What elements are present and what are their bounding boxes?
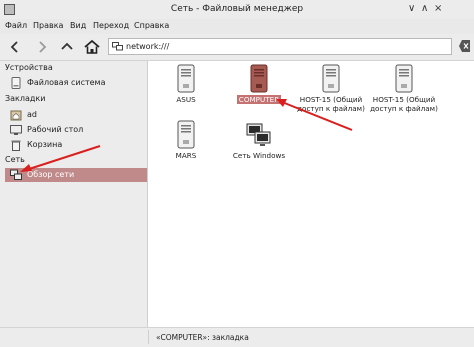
network-item-asus[interactable]: ASUS xyxy=(150,64,222,104)
minimize-button[interactable]: ∨ xyxy=(408,3,415,15)
sidebar: Устройства Файловая система Закладки ad … xyxy=(0,61,148,327)
clear-address-icon[interactable] xyxy=(458,39,471,53)
back-button[interactable] xyxy=(6,38,24,56)
home-button[interactable] xyxy=(83,38,101,56)
status-text: «COMPUTER»: закладка xyxy=(156,333,249,342)
network-item-label: ASUS xyxy=(176,95,196,104)
sidebar-item-ad[interactable]: ad xyxy=(5,108,147,122)
menu-view[interactable]: Вид xyxy=(70,21,86,30)
server-icon xyxy=(250,64,268,93)
sidebar-item-desktop[interactable]: Рабочий стол xyxy=(5,123,147,137)
toolbar: network:/// xyxy=(0,34,474,61)
home-icon xyxy=(84,39,100,54)
sidebar-item-label: Рабочий стол xyxy=(27,125,84,134)
devices-heading: Устройства xyxy=(5,63,53,72)
menu-help[interactable]: Справка xyxy=(134,21,169,30)
close-button[interactable]: × xyxy=(434,3,442,15)
arrow-right-icon xyxy=(39,41,47,53)
server-icon xyxy=(395,64,413,93)
home-folder-icon xyxy=(10,110,22,121)
annotation-arrow xyxy=(20,145,101,172)
arrow-left-icon xyxy=(10,41,18,53)
sidebar-item-label: ad xyxy=(27,110,37,119)
address-text: network:/// xyxy=(126,42,170,51)
server-icon xyxy=(322,64,340,93)
sidebar-item-filesystem[interactable]: Файловая система xyxy=(5,76,147,90)
forward-button[interactable] xyxy=(33,38,51,56)
annotation-arrow xyxy=(276,99,353,131)
network-item-label: Сеть Windows xyxy=(232,151,286,160)
drive-icon xyxy=(11,77,21,89)
desktop-icon xyxy=(10,125,22,135)
menu-go[interactable]: Переход xyxy=(93,21,129,30)
menu-edit[interactable]: Правка xyxy=(33,21,63,30)
server-icon xyxy=(177,64,195,93)
bookmarks-heading: Закладки xyxy=(5,94,46,103)
file-view: ASUS COMPUTER HOST-15 (Общий доступ к фа… xyxy=(148,61,474,327)
window-title: Сеть - Файловый менеджер xyxy=(170,4,304,14)
menu-file[interactable]: Файл xyxy=(5,21,27,30)
server-icon xyxy=(177,120,195,149)
network-item-mars[interactable]: MARS xyxy=(150,120,222,160)
title-bar: Сеть - Файловый менеджер ∨ ∧ × xyxy=(0,0,474,19)
menu-bar: Файл Правка Вид Переход Справка xyxy=(0,19,474,34)
status-bar: «COMPUTER»: закладка xyxy=(0,327,474,347)
network-item-host15-b[interactable]: HOST-15 (Общий доступ к файлам) xyxy=(368,64,440,113)
sidebar-item-label: Файловая система xyxy=(27,78,106,87)
arrow-up-icon xyxy=(61,42,73,50)
network-icon xyxy=(112,42,123,51)
up-button[interactable] xyxy=(58,38,76,56)
address-bar[interactable]: network:/// xyxy=(108,38,452,55)
network-item-label: HOST-15 (Общий доступ к файлам) xyxy=(370,95,438,113)
status-divider xyxy=(148,330,149,344)
network-item-label: MARS xyxy=(175,151,197,160)
maximize-button[interactable]: ∧ xyxy=(421,3,428,15)
